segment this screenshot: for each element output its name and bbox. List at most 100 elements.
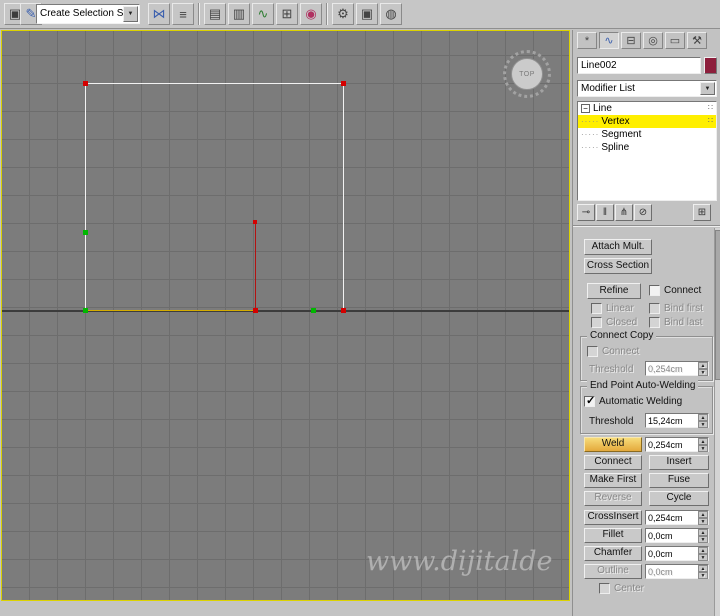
cross-insert-spinner[interactable]: 0,254cm ▲ ▼ [645,510,709,525]
end-point-title: End Point Auto-Welding [587,380,699,391]
vertex-bottom-right [341,308,346,313]
reverse-button: Reverse [584,491,642,506]
chevron-down-icon[interactable]: ▼ [700,82,715,95]
layer-list-icon[interactable]: ▥ [228,3,250,25]
tab-motion[interactable]: ◎ [643,32,663,49]
checkbox-icon [587,346,598,357]
checkbox-icon [599,583,610,594]
weld-threshold-spinner[interactable]: 15,24cm ▲ ▼ [645,413,709,428]
layer-manager-glyph: ▤ [208,6,222,21]
tab-modify[interactable]: ∿ [599,32,619,49]
modify-icon: ∿ [604,35,614,47]
weld-value-spinner[interactable]: 0,254cm ▲ ▼ [645,437,709,452]
tree-dots: ····· [581,130,600,139]
layer-list-glyph: ▥ [232,6,246,21]
rendered-frame-icon[interactable]: ▣ [356,3,378,25]
material-editor-icon[interactable]: ◉ [300,3,322,25]
make-unique-glyph: ⋔ [619,207,629,218]
mirror-glyph: ⋈ [152,6,166,21]
create-icon: * [584,34,590,47]
make-unique-icon[interactable]: ⋔ [615,204,633,221]
make-first-button[interactable]: Make First [584,473,642,488]
tab-utilities[interactable]: ⚒ [687,32,707,49]
selection-set-dropdown[interactable]: Create Selection Se ▼ [36,4,140,24]
vertex-bottom-left [83,308,88,313]
align-icon[interactable]: ≡ [172,3,194,25]
show-end-result-icon[interactable]: ‖ [596,204,614,221]
modifier-stack[interactable]: − Line ∷ ····· Vertex ∷ ····· Segment ··… [577,101,717,201]
show-end-result-glyph: ‖ [602,207,608,218]
substack-icon: ∷ [707,103,713,112]
curve-editor-icon[interactable]: ∿ [252,3,274,25]
stack-spline-label: Spline [601,142,630,153]
configure-modifier-sets-icon[interactable]: ⊞ [693,204,711,221]
automatic-welding-checkbox[interactable]: Automatic Welding [584,394,682,407]
cross-section-button[interactable]: Cross Section [584,258,652,274]
vertex-top-left [83,81,88,86]
vertex-top-right [341,81,346,86]
stack-row-vertex[interactable]: ····· Vertex ∷ [578,115,716,128]
vertex-bottom-mid [253,308,258,313]
view-label: TOP [519,70,535,78]
pin-stack-icon[interactable]: ⊸ [577,204,595,221]
configure-modifier-sets-glyph: ⊞ [697,207,707,218]
tab-hierarchy[interactable]: ⊟ [621,32,641,49]
hierarchy-icon: ⊟ [626,35,636,47]
spinner-arrows[interactable]: ▲ ▼ [698,511,708,525]
collapse-icon[interactable]: − [581,104,590,113]
tree-dots: ····· [581,117,600,126]
spinner-arrows[interactable]: ▲ ▼ [698,547,708,561]
attach-mult-button[interactable]: Attach Mult. [584,239,652,255]
tab-display[interactable]: ▭ [665,32,685,49]
cross-insert-button[interactable]: CrossInsert [584,510,642,525]
modifier-list-dropdown[interactable]: Modifier List ▼ [577,80,717,97]
checkbox-icon [591,317,602,328]
render-production-glyph: ◍ [385,6,397,21]
outline-button: Outline [584,564,642,579]
refine-button[interactable]: Refine [587,283,641,299]
object-name-field[interactable]: Line002 [577,57,701,74]
stack-vertex-label: Vertex [601,116,630,127]
spinner-arrows[interactable]: ▲ ▼ [698,414,708,428]
chamfer-button[interactable]: Chamfer [584,546,642,561]
linear-checkbox: Linear [591,303,634,314]
3dsmax-window: ▣ ✎ Create Selection Se ▼ ⋈ ≡ ▤ ▥ ∿ ⊞ ◉ … [0,0,720,616]
vertex-bottom-inner [311,308,316,313]
vertex-left-mid [83,230,88,235]
render-setup-icon[interactable]: ⚙ [332,3,354,25]
viewport-top[interactable]: TOP [1,30,570,601]
fillet-spinner[interactable]: 0,0cm ▲ ▼ [645,528,709,543]
cycle-button[interactable]: Cycle [649,491,709,506]
checkbox-icon [649,317,660,328]
curve-editor-glyph: ∿ [257,6,269,21]
viewcube-top-face[interactable]: TOP [511,58,543,90]
spinner-arrows[interactable]: ▲ ▼ [698,438,708,452]
stack-row-line[interactable]: − Line ∷ [578,102,716,115]
chevron-down-icon[interactable]: ▼ [123,6,138,22]
object-color-swatch[interactable] [704,57,717,74]
panel-scrollbar[interactable] [714,228,720,616]
remove-modifier-icon[interactable]: ⊘ [634,204,652,221]
stack-row-segment[interactable]: ····· Segment [578,128,716,141]
tab-create[interactable]: * [577,32,597,49]
fuse-button[interactable]: Fuse [649,473,709,488]
bind-first-label: Bind first [664,303,703,314]
spinner-arrows[interactable]: ▲ ▼ [698,529,708,543]
schematic-view-icon[interactable]: ⊞ [276,3,298,25]
connect-checkbox[interactable]: Connect [649,285,701,296]
scrollbar-thumb[interactable] [715,230,720,380]
motion-icon: ◎ [648,35,658,47]
closed-label: Closed [606,317,638,328]
fillet-button[interactable]: Fillet [584,528,642,543]
insert-button[interactable]: Insert [649,455,709,470]
bind-first-checkbox: Bind first [649,303,703,314]
render-production-icon[interactable]: ◍ [380,3,402,25]
stack-row-spline[interactable]: ····· Spline [578,141,716,154]
connect-button[interactable]: Connect [584,455,642,470]
layer-manager-icon[interactable]: ▤ [204,3,226,25]
command-panel: * ∿ ⊟ ◎ ▭ ⚒ Line002 Modifier List ▼ − Li… [572,30,720,616]
connect-checkbox-label: Connect [664,285,702,296]
mirror-icon[interactable]: ⋈ [148,3,170,25]
weld-button[interactable]: Weld [584,437,642,452]
chamfer-spinner[interactable]: 0,0cm ▲ ▼ [645,546,709,561]
